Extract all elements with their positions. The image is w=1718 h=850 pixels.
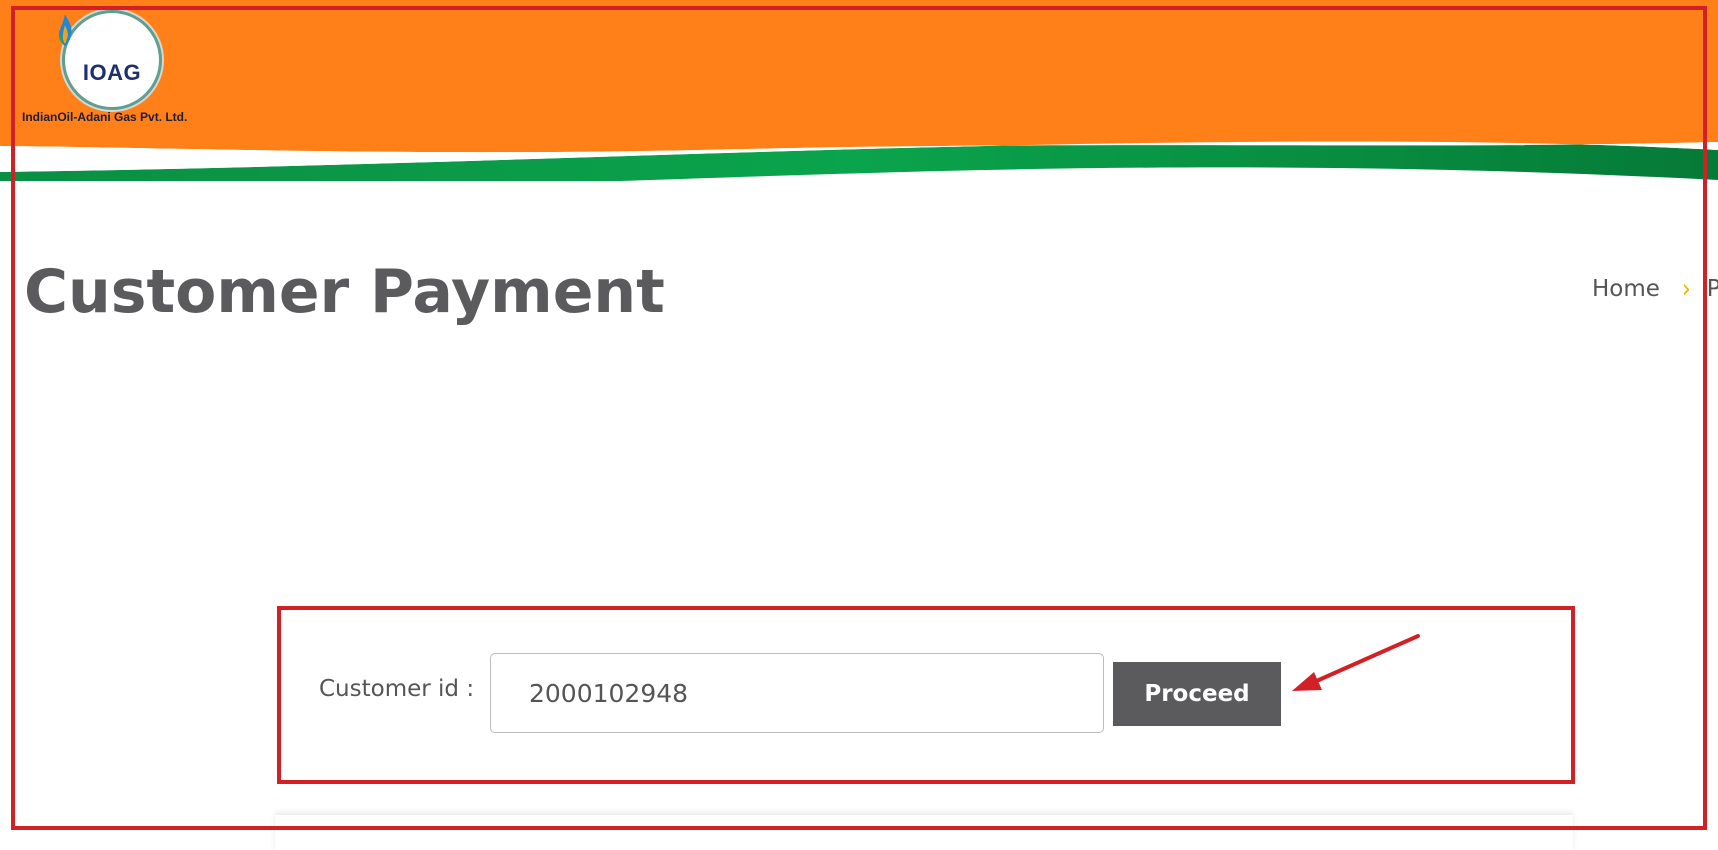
customer-id-label: Customer id :	[319, 676, 475, 702]
header-wave-banner	[0, 0, 1718, 181]
site-header: IOAG IndianOil-Adani Gas Pvt. Ltd.	[0, 0, 1718, 190]
ioag-logo[interactable]: IOAG	[59, 10, 162, 110]
company-name: IndianOil-Adani Gas Pvt. Ltd.	[22, 110, 188, 124]
customer-id-form: Customer id : Proceed	[277, 606, 1573, 782]
breadcrumb-home-link[interactable]: Home	[1592, 276, 1660, 302]
payment-details-card	[275, 814, 1573, 850]
flame-icon	[59, 14, 72, 46]
logo-text: IOAG	[82, 60, 142, 85]
customer-payment-page: IOAG IndianOil-Adani Gas Pvt. Ltd. Custo…	[0, 0, 1718, 850]
proceed-button[interactable]: Proceed	[1113, 662, 1281, 726]
chevron-right-icon: ›	[1681, 274, 1691, 304]
breadcrumb: Home › P	[1592, 274, 1718, 304]
breadcrumb-current: P	[1706, 276, 1718, 302]
customer-id-input[interactable]	[490, 653, 1104, 733]
page-title: Customer Payment	[24, 257, 665, 327]
